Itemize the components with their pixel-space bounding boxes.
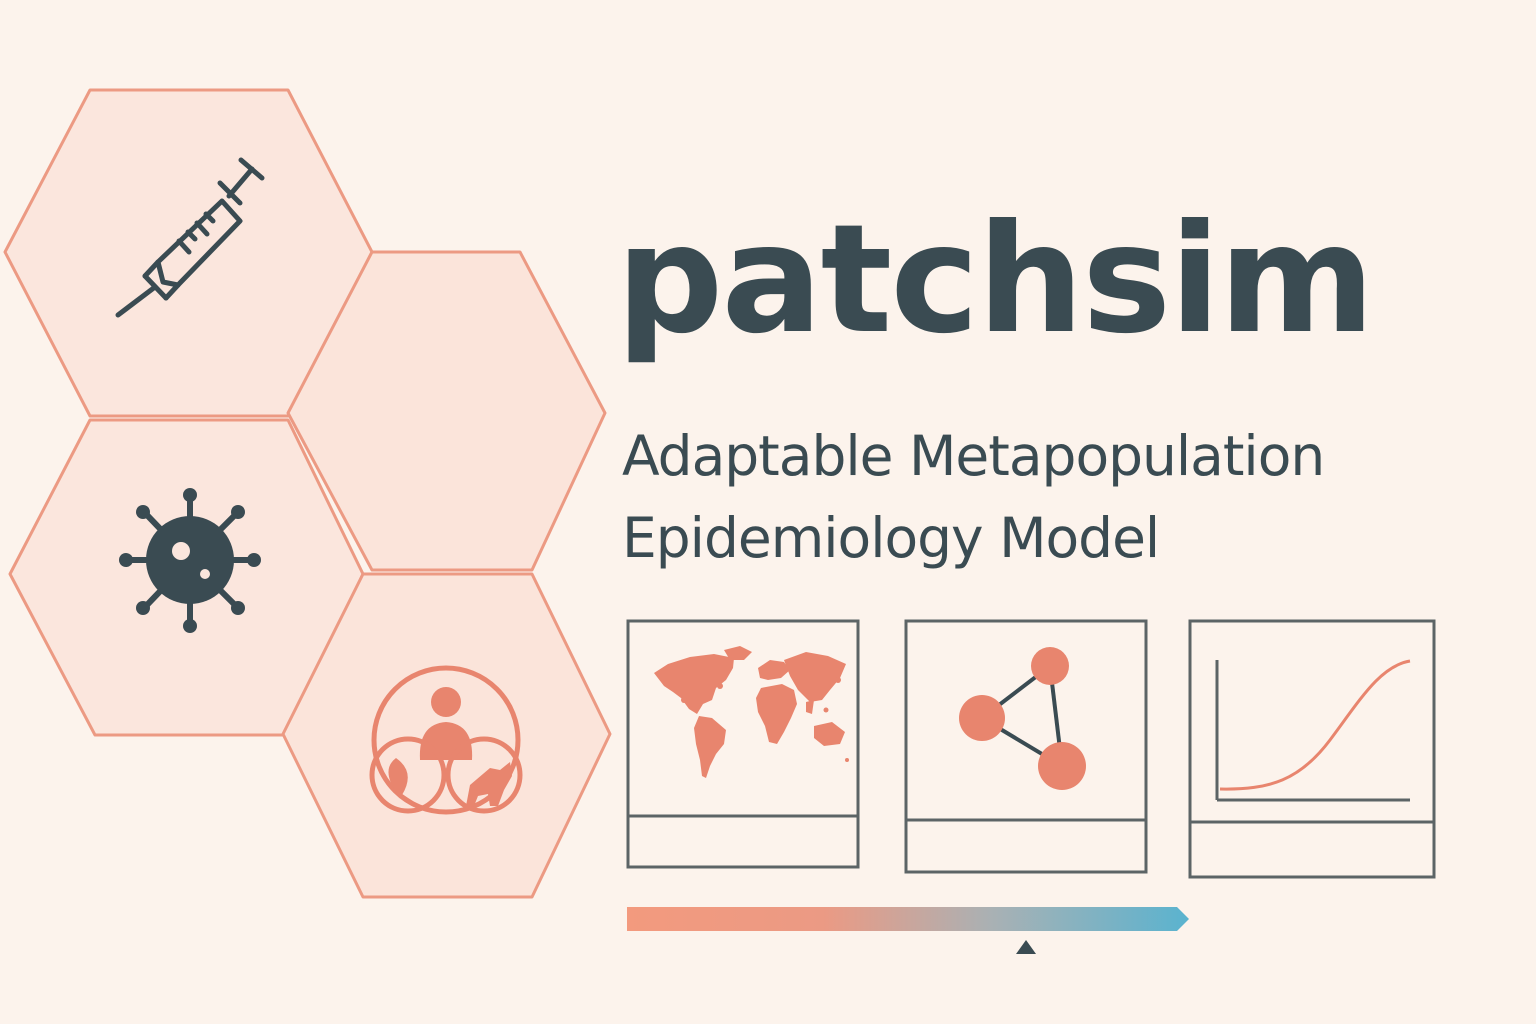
subtitle-line-1: Adaptable Metapopulation	[622, 424, 1325, 488]
subtitle-line-2: Epidemiology Model	[622, 506, 1160, 570]
panel-curve	[1188, 619, 1436, 879]
page-title: patchsim	[616, 193, 1375, 367]
virus-icon	[119, 488, 261, 633]
progress-arrow	[627, 907, 1189, 954]
progress-marker	[1016, 940, 1037, 954]
panel-network	[904, 619, 1148, 874]
panel-world-map	[626, 619, 860, 869]
page-subtitle: Adaptable Metapopulation Epidemiology Mo…	[622, 415, 1325, 579]
